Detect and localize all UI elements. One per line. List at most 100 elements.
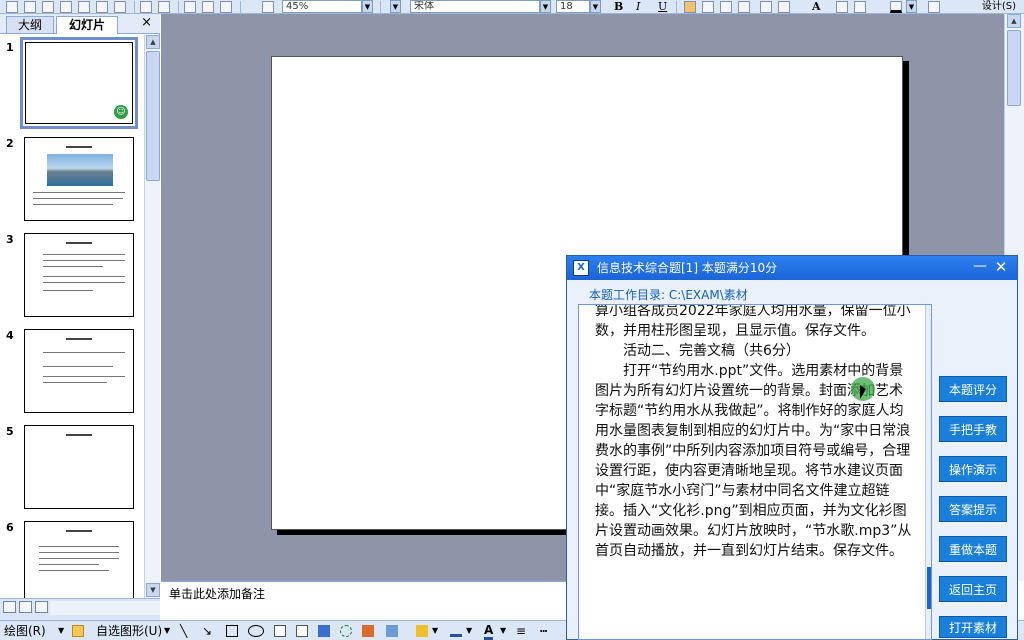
arrow-icon[interactable]: ↘ — [202, 623, 212, 639]
score-button[interactable]: 本题评分 — [939, 376, 1007, 402]
font-color-icon[interactable] — [890, 1, 902, 13]
line-color-icon[interactable] — [450, 625, 462, 637]
home-button[interactable]: 返回主页 — [939, 576, 1007, 602]
font-grow-icon[interactable]: A — [812, 0, 821, 13]
slide-thumb-row[interactable]: 3 — [0, 231, 144, 319]
fill-color-icon[interactable] — [416, 625, 428, 637]
font-color-dropdown-icon[interactable]: ▼ — [500, 623, 506, 639]
draw-menu[interactable]: 绘图(R) — [4, 623, 46, 639]
chart-icon[interactable] — [184, 1, 196, 13]
textbox-icon[interactable] — [274, 625, 286, 637]
dash-style-icon[interactable]: ┅ — [540, 623, 547, 639]
align-right-icon[interactable] — [720, 1, 732, 13]
font-name-dropdown-icon[interactable]: ▼ — [540, 0, 551, 13]
undo-icon[interactable] — [140, 1, 152, 13]
font-name-field[interactable]: 宋体 — [410, 0, 540, 13]
toolbar-options-icon[interactable]: ▼ — [390, 0, 401, 13]
font-color-dropdown-icon[interactable]: ▼ — [906, 0, 917, 13]
autoshapes-menu[interactable]: 自选图形(U) — [96, 623, 162, 639]
question-scrollbar[interactable]: ▲ ▼ — [925, 305, 932, 639]
notes-pane[interactable]: 单击此处添加备注 — [161, 581, 566, 621]
numbering-icon[interactable] — [760, 1, 772, 13]
grid-icon[interactable] — [262, 1, 274, 13]
line-icon[interactable]: ╲ — [180, 623, 187, 639]
save-icon[interactable] — [42, 1, 54, 13]
slide-thumbnail[interactable] — [24, 329, 134, 413]
align-center-icon[interactable] — [702, 1, 714, 13]
horizontal-scrollbar[interactable] — [50, 601, 160, 615]
zoom-dropdown-icon[interactable]: ▼ — [362, 0, 373, 13]
slide-thumbnail[interactable] — [24, 137, 134, 221]
answer-hint-button[interactable]: 答案提示 — [939, 496, 1007, 522]
pane-close-icon[interactable]: × — [141, 15, 152, 31]
design-icon[interactable] — [928, 1, 940, 13]
cut-icon[interactable] — [96, 1, 108, 13]
rectangle-icon[interactable] — [226, 625, 238, 637]
slide-thumbnail[interactable] — [24, 233, 134, 317]
scroll-thumb[interactable] — [146, 51, 160, 181]
scroll-up-icon[interactable]: ▲ — [927, 305, 932, 319]
oval-icon[interactable] — [248, 625, 264, 637]
minimize-icon[interactable]: — — [973, 259, 987, 274]
slide-thumb-row[interactable]: 6 — [0, 519, 144, 598]
normal-view-icon[interactable] — [3, 601, 16, 613]
demo-button[interactable]: 操作演示 — [939, 456, 1007, 482]
slide-thumb-row[interactable]: 4 — [0, 327, 144, 415]
scroll-down-icon[interactable]: ▼ — [146, 583, 160, 597]
scroll-up-icon[interactable]: ▲ — [146, 35, 160, 49]
tab-outline[interactable]: 大纲 — [6, 16, 54, 33]
close-icon[interactable]: ✕ — [993, 259, 1009, 275]
tutorial-button[interactable]: 手把手教 — [939, 416, 1007, 442]
draw-dropdown-icon[interactable]: ▼ — [58, 623, 64, 639]
font-color-icon[interactable]: A — [484, 623, 494, 640]
underline-icon[interactable]: U — [658, 0, 667, 13]
indent-decrease-icon[interactable] — [836, 1, 848, 13]
scroll-up-icon[interactable]: ▲ — [1007, 14, 1021, 28]
wordart-icon[interactable] — [318, 625, 330, 637]
redo-icon[interactable] — [158, 1, 170, 13]
scroll-down-icon[interactable]: ▼ — [927, 625, 932, 639]
sorter-view-icon[interactable] — [19, 601, 32, 613]
font-size-field[interactable]: 18 — [556, 0, 590, 13]
diagram-icon[interactable] — [340, 625, 352, 637]
slides-pane-scrollbar[interactable]: ▲ ▼ — [144, 35, 160, 598]
fill-color-dropdown-icon[interactable]: ▼ — [432, 623, 438, 639]
line-color-dropdown-icon[interactable]: ▼ — [466, 623, 472, 639]
bold-icon[interactable]: B — [614, 0, 623, 13]
question-text-box[interactable]: 算小组各成员2022年家庭人均用水量，保留一位小数，并用柱形图呈现，且显示值。保… — [578, 304, 932, 640]
slide-thumb-row[interactable]: 1 ☺ — [0, 37, 144, 129]
slide-thumb-row[interactable]: 5 — [0, 423, 144, 511]
slide-thumb-row[interactable]: 2 — [0, 135, 144, 223]
vertical-textbox-icon[interactable] — [296, 625, 308, 637]
justify-icon[interactable] — [738, 1, 750, 13]
scroll-thumb[interactable] — [1007, 30, 1021, 106]
line-style-icon[interactable]: ≡ — [516, 623, 526, 639]
paint-icon[interactable] — [114, 1, 126, 13]
notes-placeholder[interactable]: 单击此处添加备注 — [169, 587, 265, 601]
autoshapes-dropdown-icon[interactable]: ▼ — [164, 623, 170, 639]
indent-increase-icon[interactable] — [854, 1, 866, 13]
slideshow-view-icon[interactable] — [35, 601, 48, 613]
open-icon[interactable] — [24, 1, 36, 13]
italic-icon[interactable]: I — [636, 0, 640, 13]
insert-icon[interactable] — [220, 1, 232, 13]
design-button[interactable]: 设计(S) — [982, 0, 1016, 13]
open-materials-button[interactable]: 打开素材 — [939, 616, 1007, 638]
new-icon[interactable] — [6, 1, 18, 13]
slide-thumbnail[interactable]: ☺ — [20, 37, 138, 129]
zoom-field[interactable]: 45% — [282, 0, 362, 13]
clipart-icon[interactable] — [362, 625, 374, 637]
font-size-dropdown-icon[interactable]: ▼ — [590, 0, 601, 13]
bullets-icon[interactable] — [778, 1, 790, 13]
redo-question-button[interactable]: 重做本题 — [939, 536, 1007, 562]
tab-slides[interactable]: 幻灯片 — [56, 16, 118, 34]
print-icon[interactable] — [60, 1, 72, 13]
picture-icon[interactable] — [386, 625, 398, 637]
align-left-icon[interactable] — [684, 1, 696, 13]
slide-thumbnail[interactable] — [24, 521, 134, 598]
spellcheck-icon[interactable] — [78, 1, 90, 13]
select-pointer-icon[interactable] — [72, 625, 84, 637]
scroll-thumb[interactable] — [927, 567, 931, 609]
table-icon[interactable] — [202, 1, 214, 13]
slide-thumbnail[interactable] — [24, 425, 134, 509]
